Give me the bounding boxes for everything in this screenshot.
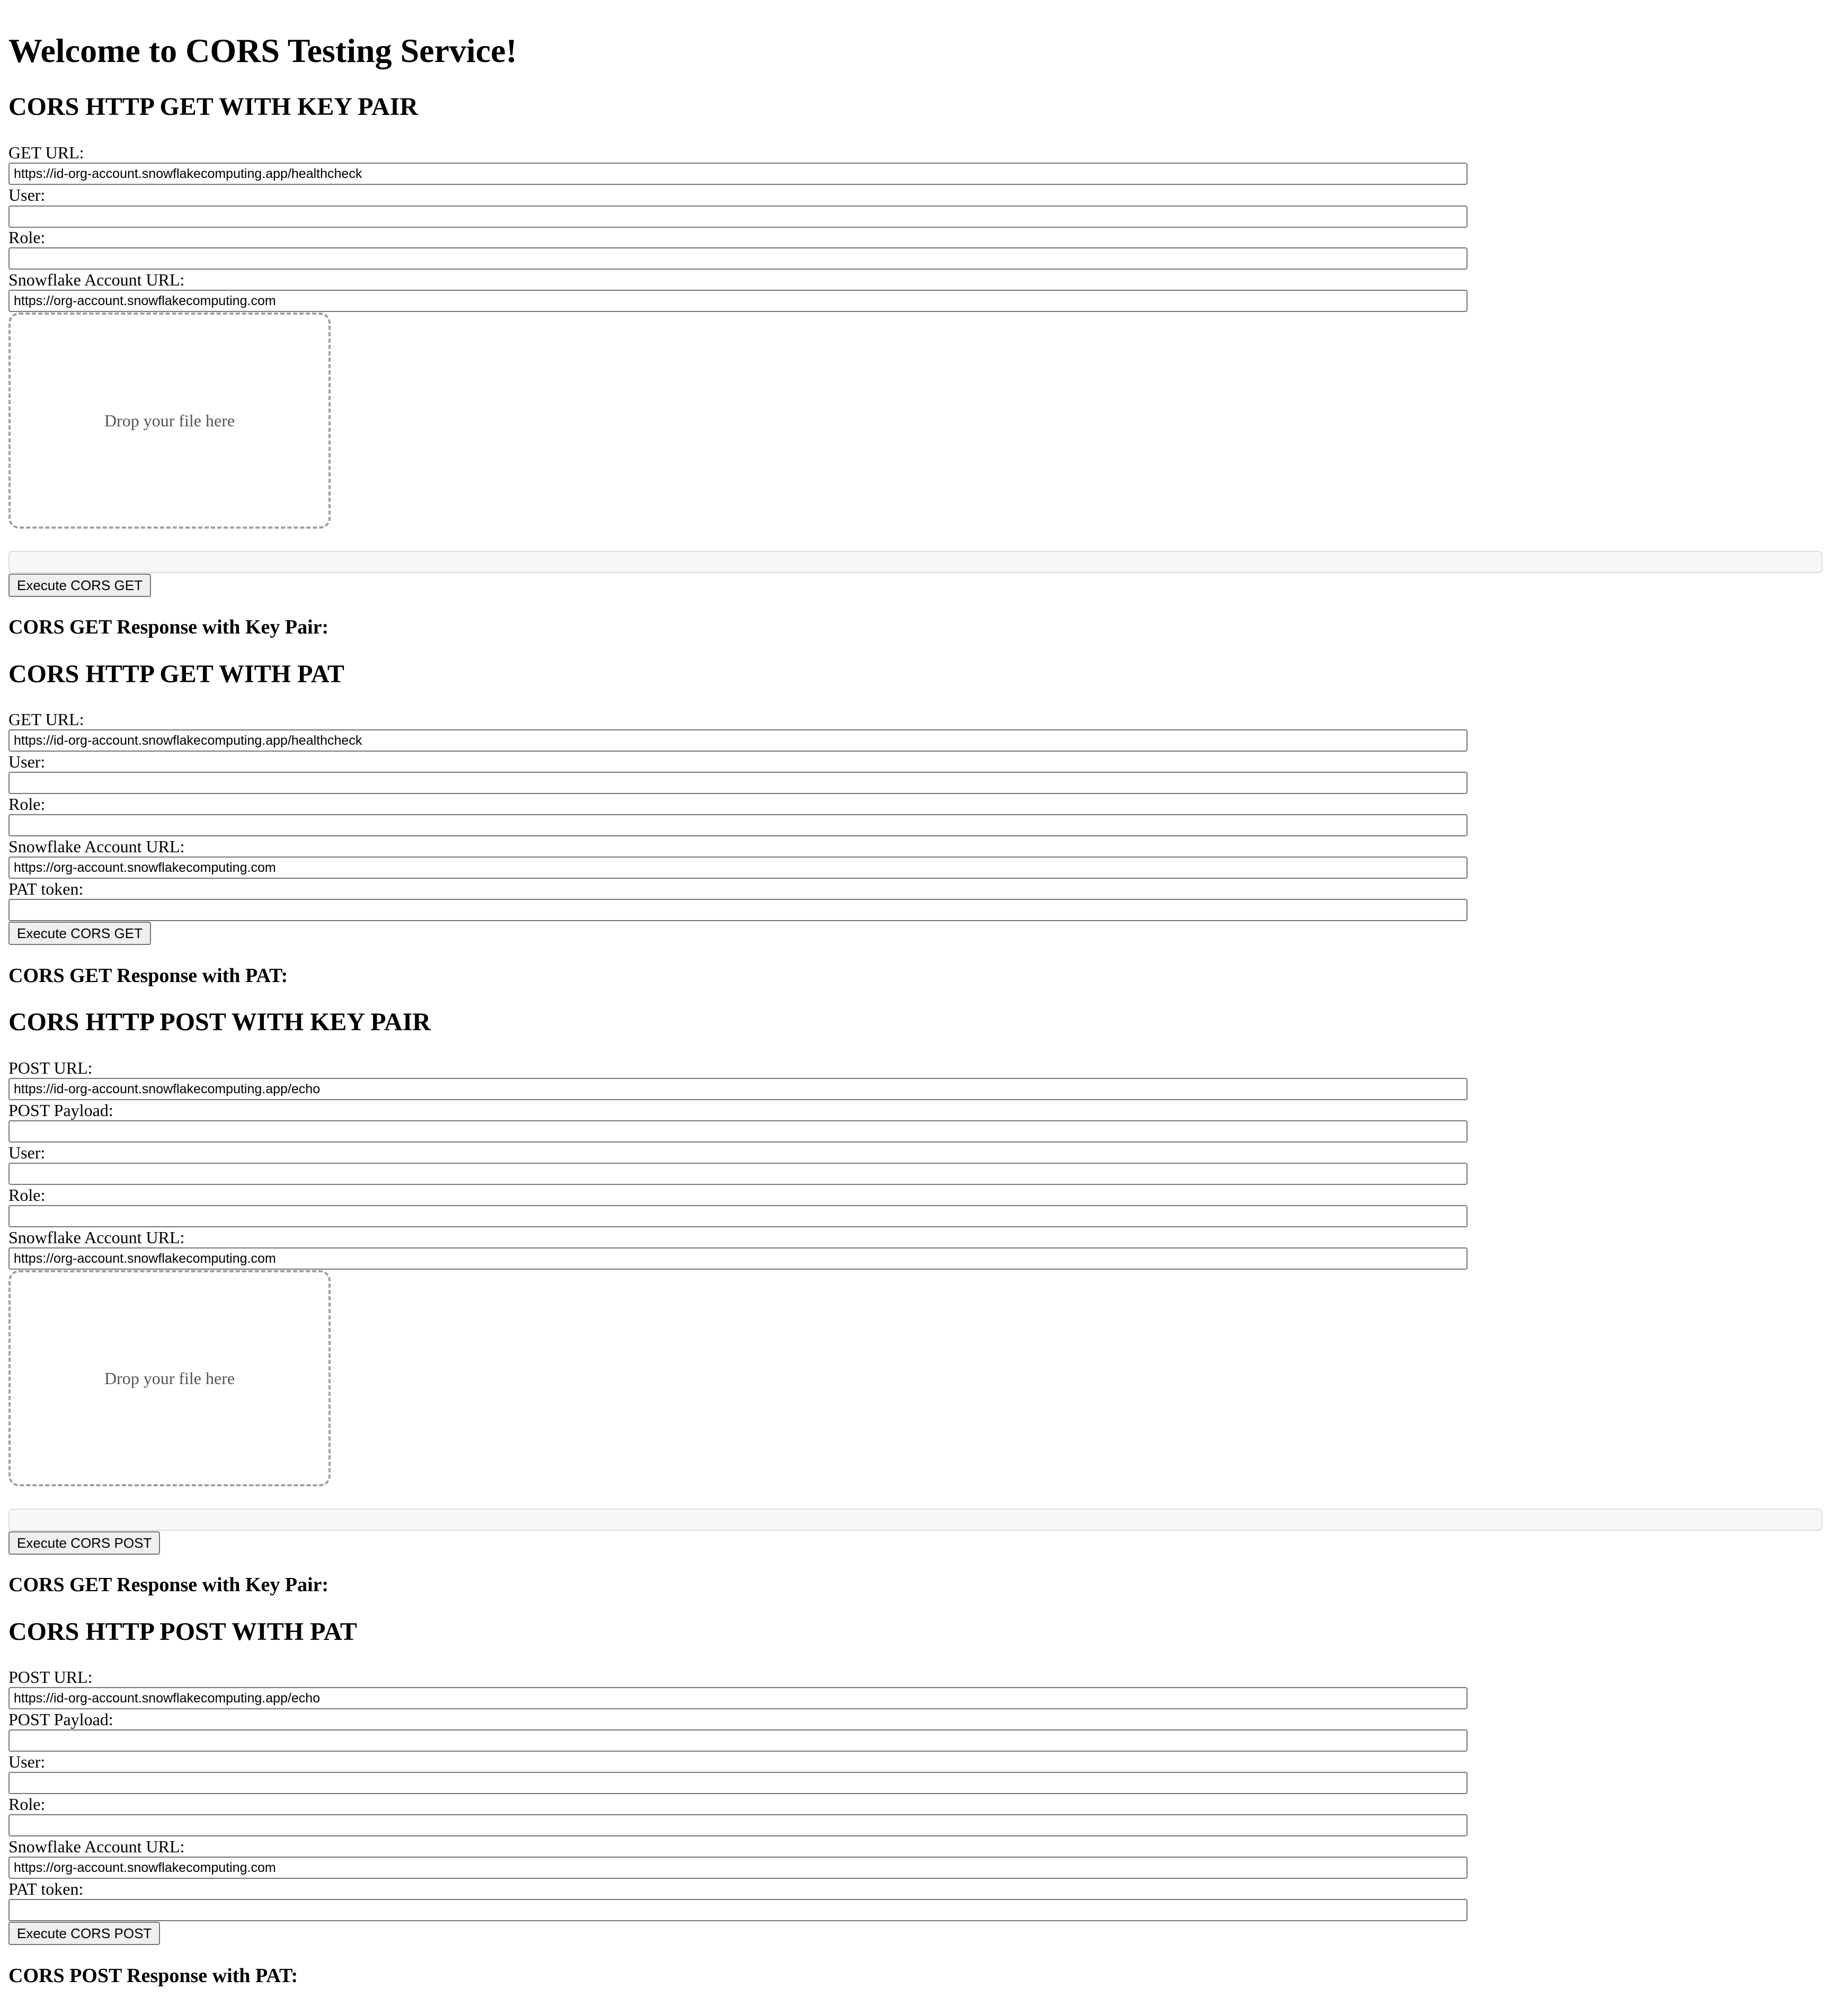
post-keypair-user-label: User: <box>8 1143 46 1162</box>
post-keypair-payload-label: POST Payload: <box>8 1101 113 1120</box>
get-keypair-url-label: GET URL: <box>8 143 84 162</box>
get-keypair-role-input[interactable] <box>8 247 1468 270</box>
post-keypair-account-input[interactable]: https://org-account.snowflakecomputing.c… <box>8 1247 1468 1270</box>
post-pat-payload-input[interactable] <box>8 1729 1468 1752</box>
get-pat-url-input[interactable]: https://id-org-account.snowflakecomputin… <box>8 729 1468 752</box>
post-pat-user-input[interactable] <box>8 1772 1468 1794</box>
get-keypair-file-dropzone[interactable]: Drop your file here <box>8 313 331 529</box>
get-pat-role-input[interactable] <box>8 814 1468 836</box>
post-keypair-file-status-bar <box>8 1509 1823 1531</box>
post-pat-url-input[interactable]: https://id-org-account.snowflakecomputin… <box>8 1687 1468 1709</box>
get-pat-token-label: PAT token: <box>8 879 84 898</box>
dropzone-text: Drop your file here <box>104 1368 235 1388</box>
post-keypair-url-label: POST URL: <box>8 1058 93 1077</box>
get-keypair-heading: CORS HTTP GET WITH KEY PAIR <box>8 93 419 121</box>
get-keypair-file-status-bar <box>8 551 1823 573</box>
post-keypair-account-label: Snowflake Account URL: <box>8 1228 185 1247</box>
execute-cors-post-pat-button[interactable]: Execute CORS POST <box>8 1922 161 1945</box>
get-keypair-response-heading: CORS GET Response with Key Pair: <box>8 616 329 638</box>
post-pat-heading: CORS HTTP POST WITH PAT <box>8 1618 357 1646</box>
post-keypair-user-input[interactable] <box>8 1163 1468 1185</box>
post-pat-account-label: Snowflake Account URL: <box>8 1837 185 1856</box>
post-pat-token-label: PAT token: <box>8 1879 84 1898</box>
get-pat-user-input[interactable] <box>8 772 1468 794</box>
get-pat-url-label: GET URL: <box>8 710 84 729</box>
post-keypair-role-label: Role: <box>8 1185 46 1205</box>
get-pat-account-label: Snowflake Account URL: <box>8 837 185 856</box>
get-keypair-account-label: Snowflake Account URL: <box>8 270 185 289</box>
get-keypair-role-label: Role: <box>8 228 46 247</box>
get-keypair-url-input[interactable]: https://id-org-account.snowflakecomputin… <box>8 163 1468 185</box>
post-pat-user-label: User: <box>8 1752 46 1771</box>
post-pat-payload-label: POST Payload: <box>8 1710 113 1729</box>
post-pat-response-heading: CORS POST Response with PAT: <box>8 1965 298 1987</box>
post-keypair-url-input[interactable]: https://id-org-account.snowflakecomputin… <box>8 1078 1468 1100</box>
get-keypair-account-input[interactable]: https://org-account.snowflakecomputing.c… <box>8 290 1468 312</box>
get-pat-response-heading: CORS GET Response with PAT: <box>8 965 288 987</box>
execute-cors-get-keypair-button[interactable]: Execute CORS GET <box>8 574 151 597</box>
get-keypair-user-label: User: <box>8 185 46 204</box>
post-pat-role-input[interactable] <box>8 1814 1468 1836</box>
post-pat-account-input[interactable]: https://org-account.snowflakecomputing.c… <box>8 1857 1468 1879</box>
get-pat-token-input[interactable] <box>8 899 1468 921</box>
post-keypair-file-dropzone[interactable]: Drop your file here <box>8 1270 331 1486</box>
post-pat-role-label: Role: <box>8 1795 46 1814</box>
page-title: Welcome to CORS Testing Service! <box>8 32 517 69</box>
get-pat-account-input[interactable]: https://org-account.snowflakecomputing.c… <box>8 857 1468 879</box>
post-pat-token-input[interactable] <box>8 1899 1468 1921</box>
post-pat-url-label: POST URL: <box>8 1667 93 1687</box>
execute-cors-post-keypair-button[interactable]: Execute CORS POST <box>8 1531 161 1555</box>
get-pat-role-label: Role: <box>8 795 46 814</box>
post-keypair-payload-input[interactable] <box>8 1120 1468 1143</box>
get-pat-heading: CORS HTTP GET WITH PAT <box>8 660 344 688</box>
execute-cors-get-pat-button[interactable]: Execute CORS GET <box>8 922 151 945</box>
get-keypair-user-input[interactable] <box>8 206 1468 228</box>
get-pat-user-label: User: <box>8 752 46 771</box>
post-keypair-role-input[interactable] <box>8 1205 1468 1227</box>
post-keypair-response-heading: CORS GET Response with Key Pair: <box>8 1574 329 1596</box>
post-keypair-heading: CORS HTTP POST WITH KEY PAIR <box>8 1008 431 1036</box>
dropzone-text: Drop your file here <box>104 411 235 430</box>
